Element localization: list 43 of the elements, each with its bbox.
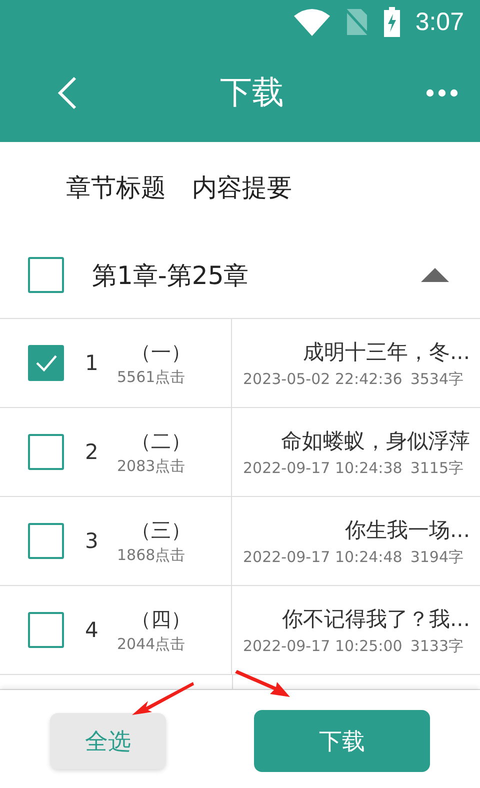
click-count: 5561点击	[117, 368, 186, 387]
chapter-summary: 你生我一场...	[344, 516, 470, 544]
click-count: 1868点击	[117, 546, 186, 565]
chapter-summary: 你不记得我了？我...	[280, 606, 470, 632]
chapter-summary: 成明十三年，冬...	[302, 338, 470, 366]
chapter-number: 1	[85, 351, 100, 375]
column-header: 章节标题	[66, 172, 166, 204]
column-header: 内容提要	[192, 172, 292, 204]
word-count: 3194字	[410, 548, 464, 566]
no-sim-icon	[345, 8, 370, 36]
select-all-button[interactable]: 全选	[50, 713, 166, 769]
chapter-title: （三）	[130, 517, 191, 544]
checkbox[interactable]	[28, 612, 64, 648]
chapter-title: （二）	[130, 428, 191, 455]
chapter-number: 3	[85, 529, 100, 553]
wifi-icon	[293, 8, 332, 36]
download-button[interactable]: 下载	[254, 710, 430, 772]
checkbox[interactable]	[28, 345, 64, 381]
page-title: 下载	[220, 72, 284, 113]
update-time: 2022-09-17 10:25:00	[243, 636, 402, 656]
click-count: 2044点击	[117, 635, 186, 654]
checkbox[interactable]	[28, 434, 64, 470]
group-label: 第1章-第25章	[92, 260, 250, 292]
arrow-annotation	[234, 670, 292, 700]
more-icon[interactable]	[426, 89, 458, 97]
checkbox[interactable]	[28, 257, 64, 293]
chapter-title: （四）	[130, 606, 191, 633]
checkbox[interactable]	[28, 523, 64, 559]
collapse-icon[interactable]	[420, 267, 450, 283]
update-time: 2022-09-17 10:24:38	[243, 458, 402, 478]
chapter-number: 4	[85, 618, 100, 642]
word-count: 3534字	[410, 370, 464, 388]
update-time: 2023-05-02 22:42:36	[243, 370, 402, 388]
chapter-title: （一）	[130, 339, 191, 366]
status-time: 3:07	[415, 8, 464, 36]
chapter-number: 2	[85, 440, 100, 464]
battery-charging-icon	[383, 7, 402, 37]
chapter-summary: 命如蝼蚁，身似浮萍	[280, 428, 470, 454]
back-icon[interactable]	[56, 76, 78, 110]
update-time: 2022-09-17 10:24:48	[243, 548, 402, 566]
click-count: 2083点击	[117, 457, 186, 476]
word-count: 3115字	[410, 458, 464, 478]
word-count: 3133字	[410, 636, 464, 656]
